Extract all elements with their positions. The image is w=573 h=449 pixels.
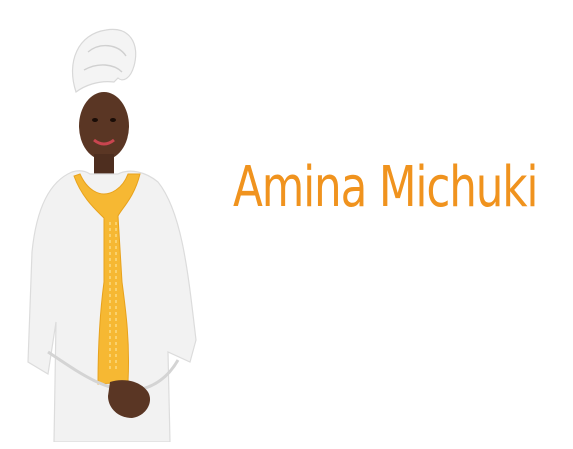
profile-name: Amina Michuki — [233, 155, 539, 220]
eye-left — [92, 118, 98, 122]
eye-right — [110, 118, 116, 122]
head-wrap — [71, 28, 137, 93]
profile-photo — [27, 28, 197, 442]
neck — [94, 154, 114, 176]
face — [79, 92, 129, 160]
